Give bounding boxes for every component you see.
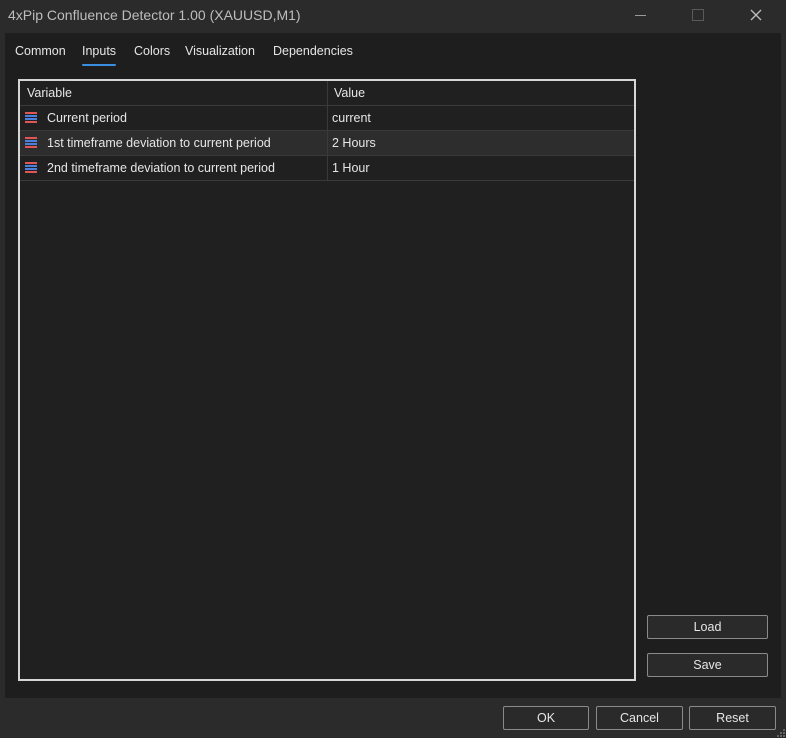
reset-button[interactable]: Reset bbox=[689, 706, 776, 730]
load-button[interactable]: Load bbox=[647, 615, 768, 639]
close-button[interactable] bbox=[730, 0, 782, 30]
variable-value[interactable]: 1 Hour bbox=[332, 161, 370, 175]
cell-divider bbox=[327, 106, 328, 130]
cell-divider bbox=[327, 131, 328, 155]
tab-inputs[interactable]: Inputs bbox=[82, 44, 117, 66]
close-icon bbox=[750, 9, 762, 21]
variable-name: Current period bbox=[47, 111, 127, 125]
maximize-button[interactable] bbox=[672, 0, 724, 30]
cell-divider bbox=[327, 156, 328, 180]
window-title: 4xPip Confluence Detector 1.00 (XAUUSD,M… bbox=[8, 7, 301, 23]
variable-value[interactable]: 2 Hours bbox=[332, 136, 376, 150]
ok-button[interactable]: OK bbox=[503, 706, 589, 730]
enum-icon bbox=[25, 137, 37, 148]
table-row[interactable]: 1st timeframe deviation to current perio… bbox=[20, 131, 634, 156]
tab-visualization[interactable]: Visualization bbox=[185, 44, 255, 58]
enum-icon bbox=[25, 112, 37, 123]
column-header-value[interactable]: Value bbox=[334, 86, 365, 100]
table-row[interactable]: 2nd timeframe deviation to current perio… bbox=[20, 156, 634, 181]
column-divider[interactable] bbox=[327, 81, 328, 105]
minimize-button[interactable] bbox=[614, 0, 666, 30]
save-button[interactable]: Save bbox=[647, 653, 768, 677]
variable-name: 1st timeframe deviation to current perio… bbox=[47, 136, 271, 150]
tab-bar: Common Inputs Colors Visualization Depen… bbox=[5, 33, 781, 67]
tab-colors[interactable]: Colors bbox=[134, 44, 170, 58]
variable-name: 2nd timeframe deviation to current perio… bbox=[47, 161, 275, 175]
table-row[interactable]: Current period current bbox=[20, 106, 634, 131]
maximize-icon bbox=[692, 9, 704, 21]
inputs-grid[interactable]: Variable Value Current period current 1s bbox=[18, 79, 636, 681]
cancel-button[interactable]: Cancel bbox=[596, 706, 683, 730]
enum-icon bbox=[25, 162, 37, 173]
tab-common[interactable]: Common bbox=[15, 44, 66, 58]
variable-value[interactable]: current bbox=[332, 111, 371, 125]
column-header-variable[interactable]: Variable bbox=[27, 86, 72, 100]
tab-dependencies[interactable]: Dependencies bbox=[273, 44, 353, 58]
title-bar: 4xPip Confluence Detector 1.00 (XAUUSD,M… bbox=[0, 0, 786, 32]
dialog-panel: Common Inputs Colors Visualization Depen… bbox=[5, 33, 781, 698]
minimize-icon bbox=[634, 14, 646, 16]
grid-header: Variable Value bbox=[20, 81, 634, 106]
resize-grip-icon[interactable] bbox=[774, 726, 786, 738]
